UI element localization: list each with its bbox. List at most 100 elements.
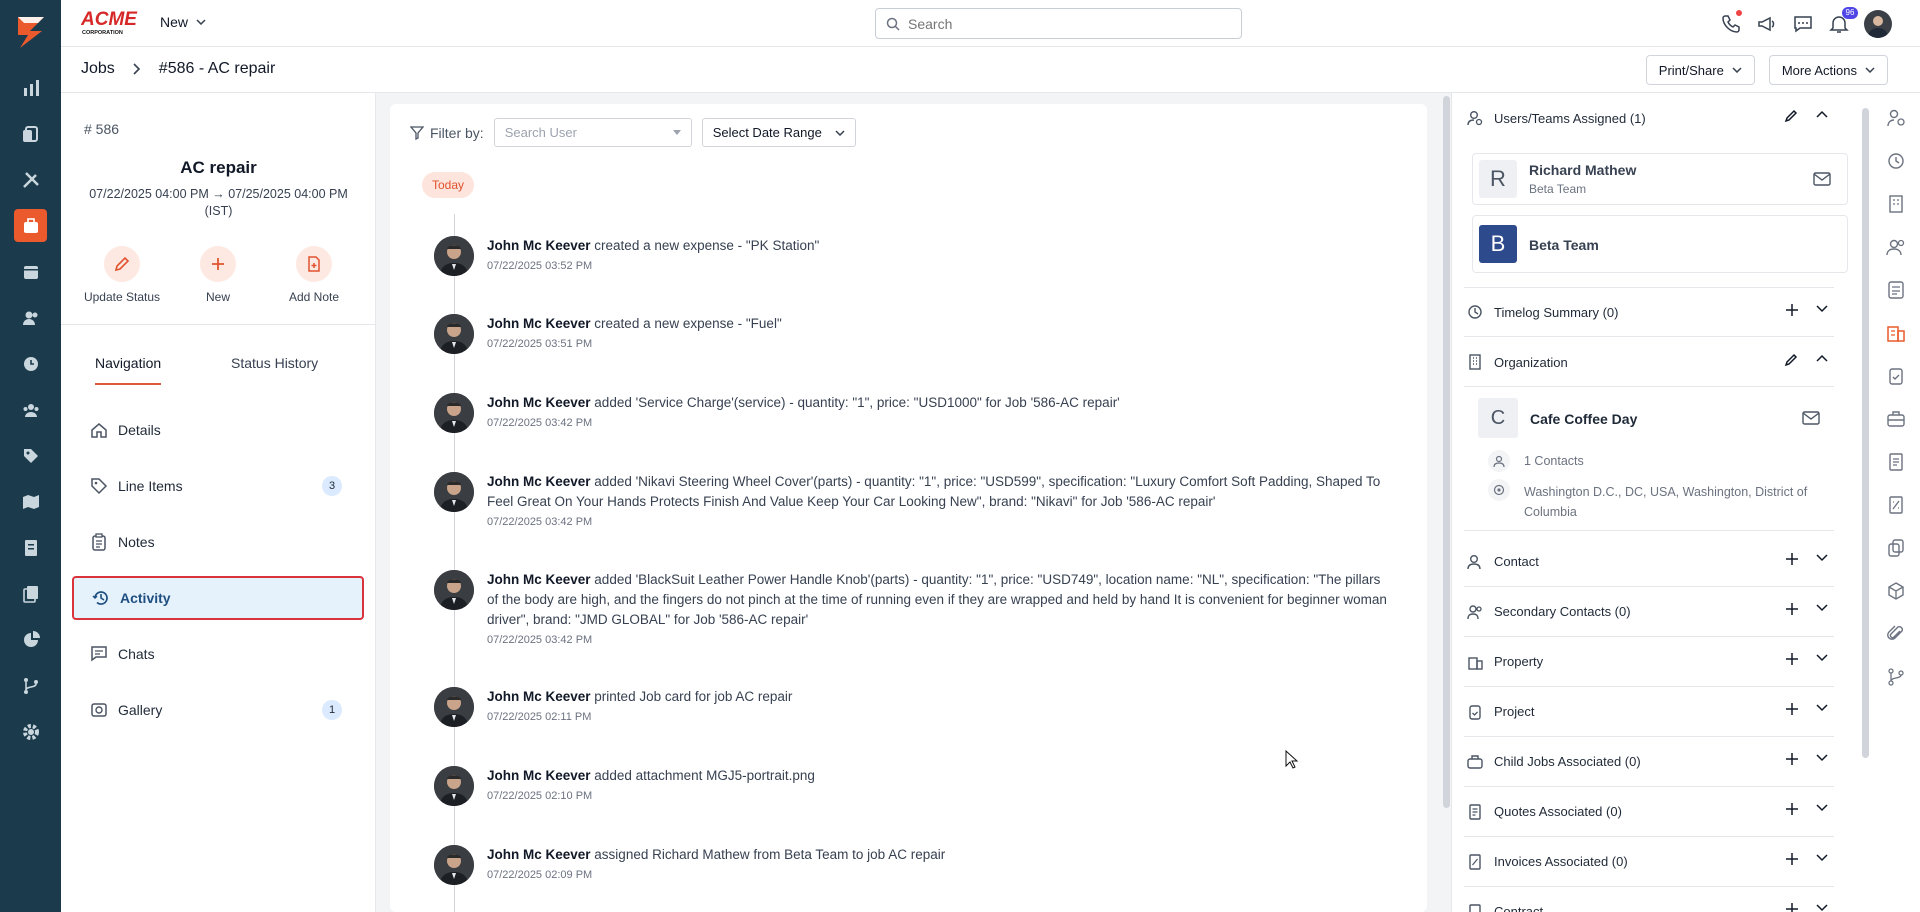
chevron-down-icon[interactable] bbox=[1816, 904, 1828, 912]
search-input[interactable] bbox=[908, 15, 1208, 32]
chevron-up-icon[interactable] bbox=[1816, 354, 1828, 362]
child-jobs-section[interactable]: Child Jobs Associated (0) bbox=[1464, 737, 1834, 787]
nav-item-line-items[interactable]: Line Items 3 bbox=[72, 464, 364, 508]
timelog-icon[interactable] bbox=[1886, 151, 1906, 171]
chevron-down-icon[interactable] bbox=[1816, 804, 1828, 812]
chevron-down-icon[interactable] bbox=[1816, 604, 1828, 612]
users-teams-section-header[interactable]: Users/Teams Assigned (1) bbox=[1464, 93, 1834, 143]
calendar-icon[interactable] bbox=[14, 255, 47, 288]
date-range-select[interactable]: Select Date Range bbox=[701, 118, 856, 147]
customers-icon[interactable] bbox=[14, 301, 47, 334]
nav-item-activity[interactable]: Activity bbox=[72, 576, 364, 620]
plus-icon[interactable] bbox=[1786, 853, 1798, 865]
reports-pie-icon[interactable] bbox=[14, 623, 47, 656]
assigned-user-card[interactable]: R Richard Mathew Beta Team bbox=[1472, 153, 1848, 205]
megaphone-icon[interactable] bbox=[1756, 13, 1778, 35]
nav-item-details[interactable]: Details bbox=[72, 408, 364, 452]
details-scrollbar[interactable] bbox=[1862, 108, 1869, 758]
new-button[interactable]: New bbox=[173, 246, 263, 304]
invoices-section[interactable]: Invoices Associated (0) bbox=[1464, 837, 1834, 887]
workflow-icon[interactable] bbox=[1886, 667, 1906, 687]
search-user-select[interactable]: Search User bbox=[493, 118, 692, 147]
tab-navigation[interactable]: Navigation bbox=[95, 355, 162, 385]
chevron-down-icon[interactable] bbox=[1816, 754, 1828, 762]
tag-icon[interactable] bbox=[14, 439, 47, 472]
documents-icon[interactable] bbox=[14, 117, 47, 150]
timelog-summary-section[interactable]: Timelog Summary (0) bbox=[1464, 287, 1834, 337]
bell-icon[interactable]: 96 bbox=[1828, 7, 1858, 35]
user-assign-icon[interactable] bbox=[1886, 108, 1906, 128]
contacts-icon[interactable] bbox=[1886, 237, 1906, 257]
dashboard-icon[interactable] bbox=[14, 71, 47, 104]
add-note-button[interactable]: Add Note bbox=[269, 246, 359, 304]
jobs-icon[interactable] bbox=[14, 209, 47, 242]
plus-icon[interactable] bbox=[1786, 753, 1798, 765]
quotes-section[interactable]: Quotes Associated (0) bbox=[1464, 787, 1834, 837]
id-card-icon[interactable] bbox=[1886, 280, 1906, 300]
nav-item-notes[interactable]: Notes bbox=[72, 520, 364, 564]
more-actions-button[interactable]: More Actions bbox=[1768, 55, 1888, 85]
plus-icon[interactable] bbox=[1786, 304, 1798, 316]
tab-status-history[interactable]: Status History bbox=[231, 355, 318, 383]
chevron-up-icon[interactable] bbox=[1816, 110, 1828, 118]
paperclip-icon[interactable] bbox=[1886, 624, 1906, 644]
new-dropdown[interactable]: New bbox=[160, 14, 206, 30]
files-icon[interactable] bbox=[14, 577, 47, 610]
mail-icon[interactable] bbox=[1813, 172, 1831, 186]
activity-user-name[interactable]: John Mc Keever bbox=[487, 316, 591, 331]
plus-icon[interactable] bbox=[1786, 603, 1798, 615]
property-section[interactable]: Property bbox=[1464, 637, 1834, 687]
map-icon[interactable] bbox=[14, 485, 47, 518]
activity-user-name[interactable]: John Mc Keever bbox=[487, 238, 591, 253]
plus-icon[interactable] bbox=[1786, 553, 1798, 565]
org-contacts-count[interactable]: 1 Contacts bbox=[1524, 454, 1584, 468]
activity-user-name[interactable]: John Mc Keever bbox=[487, 847, 591, 862]
project-clipboard-icon[interactable] bbox=[1886, 366, 1906, 386]
copy-icon[interactable] bbox=[1886, 538, 1906, 558]
org-name[interactable]: Cafe Coffee Day bbox=[1530, 411, 1637, 427]
nav-item-gallery[interactable]: Gallery 1 bbox=[72, 688, 364, 732]
chat-icon[interactable] bbox=[1792, 13, 1814, 35]
user-avatar[interactable] bbox=[1864, 10, 1892, 38]
activity-user-name[interactable]: John Mc Keever bbox=[487, 395, 591, 410]
team-icon[interactable] bbox=[14, 393, 47, 426]
global-search[interactable] bbox=[875, 8, 1242, 39]
edit-pencil-icon[interactable] bbox=[1784, 109, 1798, 123]
quote-doc-icon[interactable] bbox=[1886, 452, 1906, 472]
invoice-doc-icon[interactable] bbox=[1886, 495, 1906, 515]
briefcase-icon[interactable] bbox=[1886, 409, 1906, 429]
building-icon[interactable] bbox=[1886, 194, 1906, 214]
edit-pencil-icon[interactable] bbox=[1784, 353, 1798, 367]
acme-logo[interactable]: ACME CORPORATION bbox=[81, 8, 143, 36]
chevron-down-icon[interactable] bbox=[1816, 305, 1828, 313]
plus-icon[interactable] bbox=[1786, 653, 1798, 665]
chevron-down-icon[interactable] bbox=[1816, 854, 1828, 862]
activity-user-name[interactable]: John Mc Keever bbox=[487, 572, 591, 587]
workflow-icon[interactable] bbox=[14, 669, 47, 702]
activity-user-name[interactable]: John Mc Keever bbox=[487, 689, 591, 704]
project-section[interactable]: Project bbox=[1464, 687, 1834, 737]
activity-user-name[interactable]: John Mc Keever bbox=[487, 768, 591, 783]
chevron-down-icon[interactable] bbox=[1816, 704, 1828, 712]
plus-icon[interactable] bbox=[1786, 703, 1798, 715]
plus-icon[interactable] bbox=[1786, 903, 1798, 912]
print-share-button[interactable]: Print/Share bbox=[1645, 55, 1755, 85]
contract-section[interactable]: Contract bbox=[1464, 887, 1834, 912]
property-building-icon[interactable] bbox=[1886, 323, 1906, 343]
organization-section[interactable]: Organization bbox=[1464, 337, 1834, 387]
nav-item-chats[interactable]: Chats bbox=[72, 632, 364, 676]
activity-scrollbar[interactable] bbox=[1443, 96, 1450, 808]
breadcrumb-jobs-link[interactable]: Jobs bbox=[81, 60, 115, 78]
chevron-down-icon[interactable] bbox=[1816, 654, 1828, 662]
activity-user-name[interactable]: John Mc Keever bbox=[487, 474, 591, 489]
tools-icon[interactable] bbox=[14, 163, 47, 196]
phone-icon[interactable] bbox=[1720, 10, 1742, 35]
contact-section[interactable]: Contact bbox=[1464, 537, 1834, 587]
plus-icon[interactable] bbox=[1786, 803, 1798, 815]
settings-gear-icon[interactable] bbox=[14, 715, 47, 748]
update-status-button[interactable]: Update Status bbox=[77, 246, 167, 304]
mail-icon[interactable] bbox=[1802, 411, 1820, 425]
app-logo-icon[interactable] bbox=[14, 14, 48, 50]
package-icon[interactable] bbox=[1886, 581, 1906, 601]
secondary-contacts-section[interactable]: Secondary Contacts (0) bbox=[1464, 587, 1834, 637]
